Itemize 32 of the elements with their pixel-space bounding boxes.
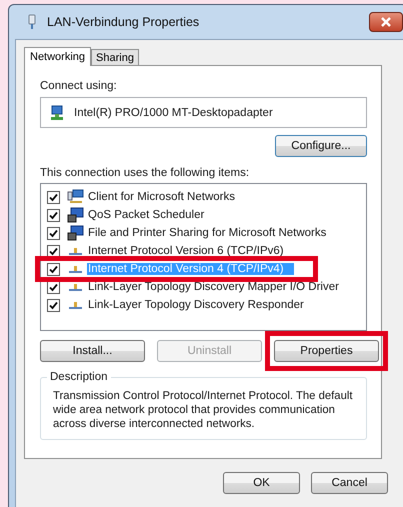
configure-button[interactable]: Configure...: [275, 135, 367, 157]
connect-using-label: Connect using:: [40, 80, 118, 92]
dialog-button[interactable]: Cancel: [311, 472, 388, 494]
computer-service-icon: [67, 207, 84, 223]
list-item[interactable]: Link-Layer Topology Discovery Responder: [87, 299, 305, 311]
tab[interactable]: Sharing: [91, 49, 139, 65]
network-adapter-icon: [49, 104, 65, 120]
network-plug-icon: [27, 14, 37, 30]
action-button[interactable]: Install...: [40, 340, 145, 362]
window-title: LAN-Verbindung Properties: [47, 15, 200, 29]
checkbox[interactable]: [47, 208, 60, 222]
dialog-button[interactable]: OK: [223, 472, 300, 494]
checkbox[interactable]: [47, 262, 60, 276]
action-button[interactable]: Properties: [274, 340, 379, 362]
tab[interactable]: Networking: [24, 47, 92, 66]
computer-service-icon: [67, 225, 84, 241]
adapter-name: Intel(R) PRO/1000 MT-Desktopadapter: [74, 106, 273, 118]
close-icon: [380, 17, 392, 27]
close-button[interactable]: [369, 12, 403, 32]
checkbox[interactable]: [47, 244, 60, 258]
checkbox[interactable]: [47, 298, 60, 312]
checkbox[interactable]: [47, 226, 60, 240]
list-item[interactable]: Internet Protocol Version 6 (TCP/IPv6): [87, 245, 285, 257]
checkbox[interactable]: [47, 190, 60, 204]
list-item[interactable]: Client for Microsoft Networks: [87, 191, 236, 203]
description-legend: Description: [47, 371, 111, 383]
list-item[interactable]: File and Printer Sharing for Microsoft Networks: [87, 227, 328, 239]
items-label: This connection uses the following items:: [40, 167, 250, 179]
list-item[interactable]: Link-Layer Topology Discovery Mapper I/O Driver: [87, 281, 340, 293]
list-item[interactable]: QoS Packet Scheduler: [87, 209, 206, 221]
description-text: Transmission Control Protocol/Internet Protocol. The default wide area network protocol that provides communication across diverse interconnected networks.: [53, 389, 354, 431]
client-computer-icon: [67, 189, 84, 205]
